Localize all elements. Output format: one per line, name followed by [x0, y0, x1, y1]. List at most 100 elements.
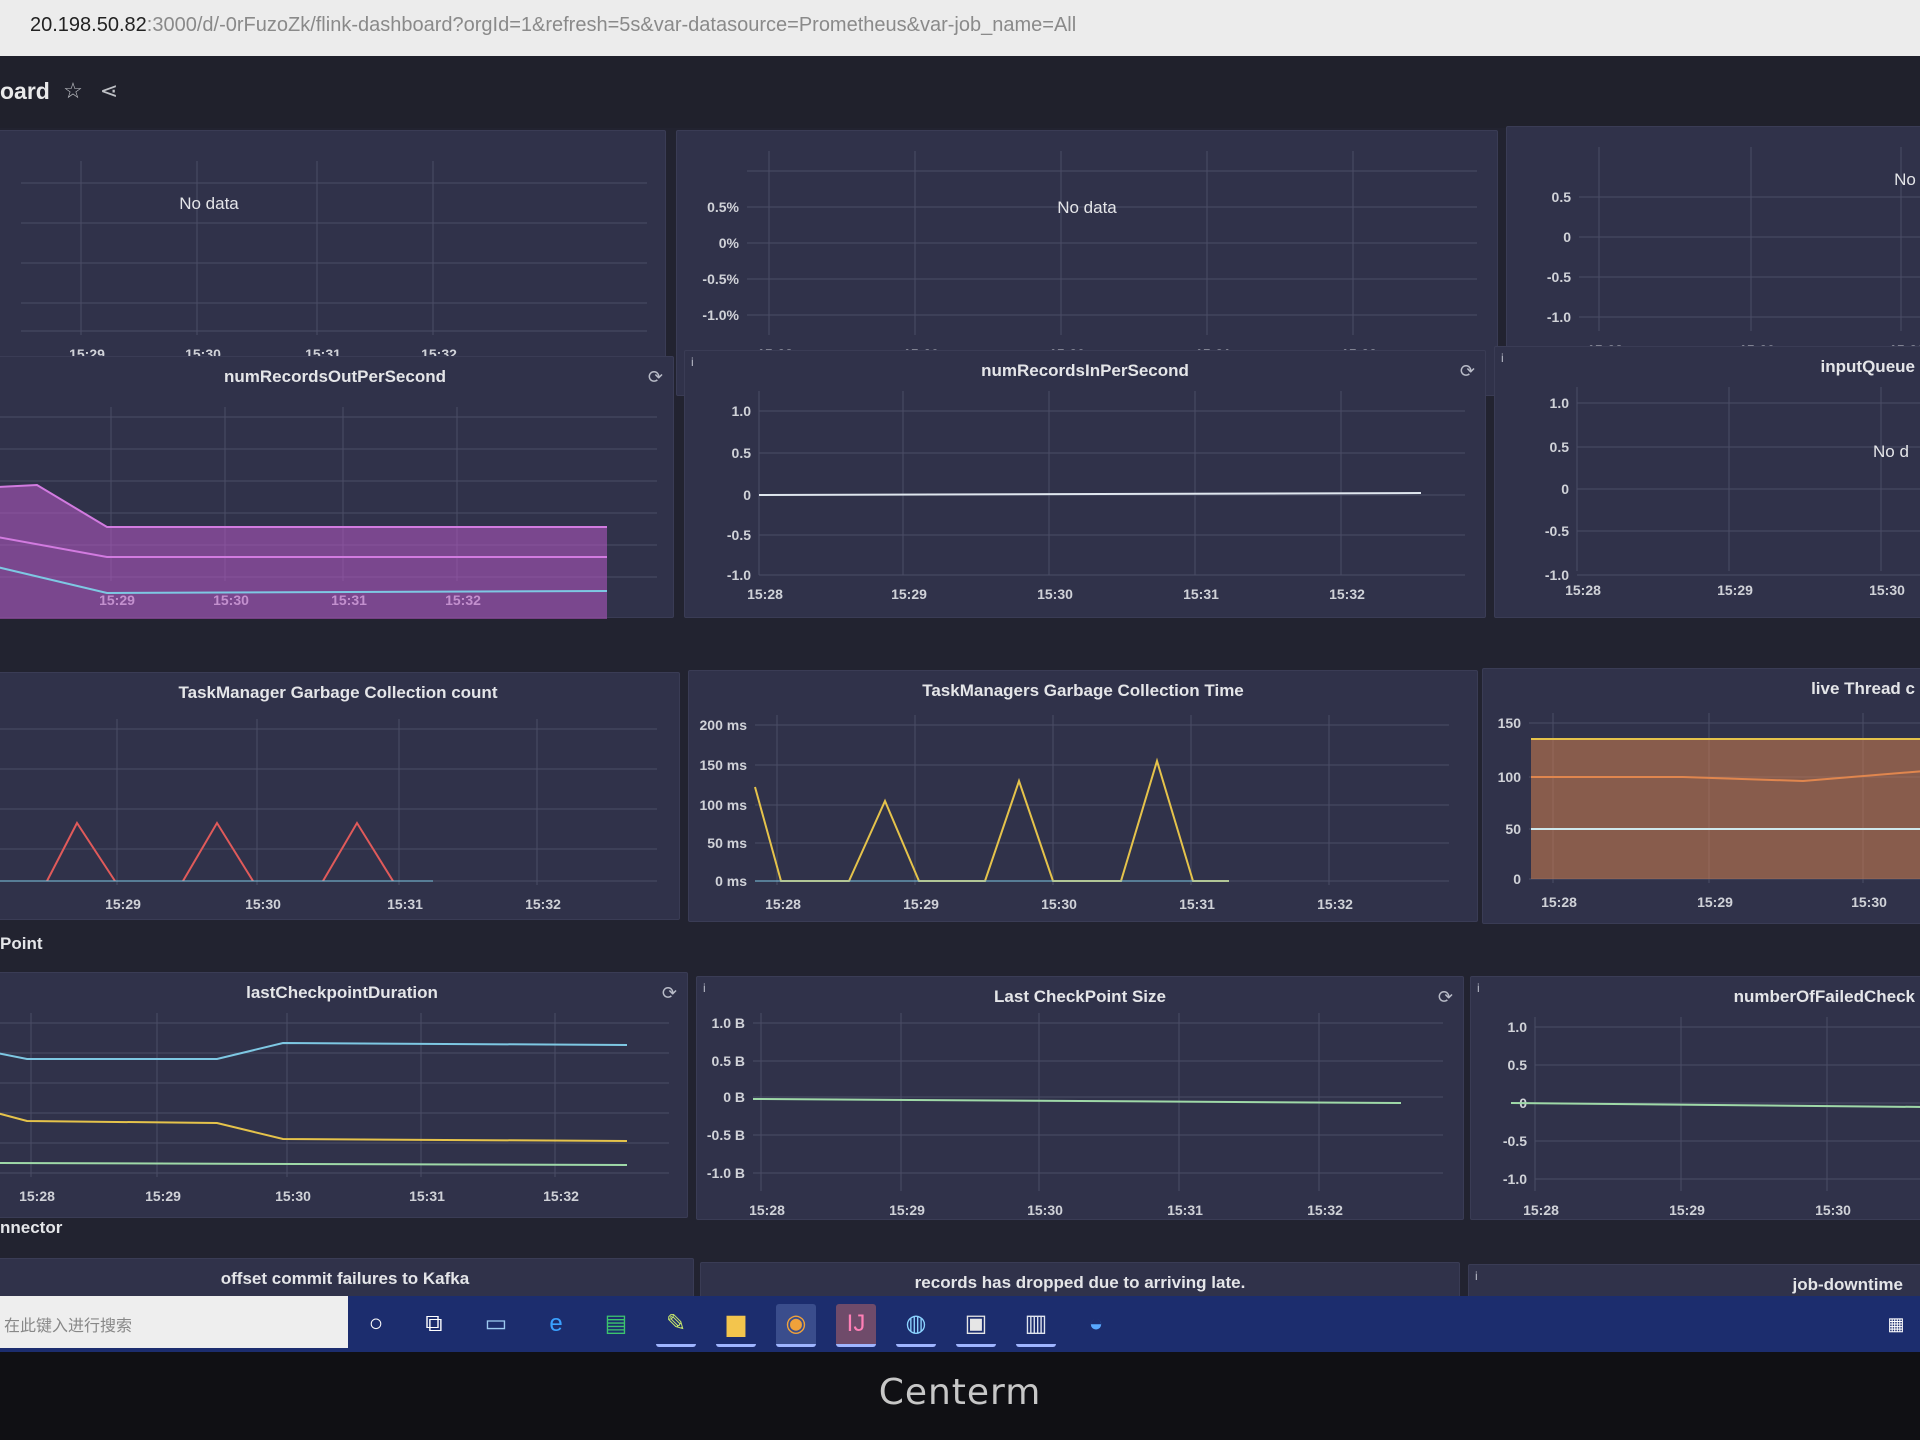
series-line	[46, 821, 116, 882]
x-tick-label: 15:30	[245, 896, 281, 912]
series-area	[1531, 739, 1920, 879]
y-tick-label: 0.5%	[707, 199, 739, 215]
chart-5: 1.0 0.5 0 -0.5 -1.0 15:28 15:29 15:30 15:31 15:32	[727, 391, 1465, 602]
y-tick-label: -0.5	[1545, 523, 1569, 539]
spreadsheet-icon[interactable]: ▤	[596, 1304, 636, 1344]
y-tick-label: 100	[1498, 769, 1522, 785]
y-tick-label: 50	[1505, 821, 1521, 837]
cortana-icon[interactable]: ○	[356, 1304, 396, 1344]
panel-num-records-out[interactable]: numRecordsOutPerSecond ⟳ 15:2915:3015:31…	[0, 356, 674, 619]
notification-icon[interactable]: ▦	[1876, 1304, 1916, 1344]
panel-gc-time[interactable]: TaskManagers Garbage Collection Time 200…	[688, 670, 1478, 922]
x-tick-label: 15:29	[105, 896, 141, 912]
x-tick-label: 15:29	[903, 896, 939, 912]
series-line	[0, 1041, 628, 1060]
no-data-label: No d	[1873, 442, 1909, 461]
taskbar-search[interactable]: 在此键入进行搜索	[0, 1296, 348, 1348]
y-tick-label: -1.0%	[702, 307, 739, 323]
edge-icon[interactable]: e	[536, 1304, 576, 1344]
intellij-icon[interactable]: IJ	[836, 1304, 876, 1347]
browser-icon[interactable]: ◒	[1076, 1304, 1116, 1344]
y-tick-label: 50 ms	[707, 835, 747, 851]
series-line	[752, 1098, 1402, 1104]
panel-live-thread[interactable]: live Thread c 150 100 50 0 15:28 15:29 15:30	[1482, 668, 1920, 924]
x-tick-label: 15:30	[1027, 1202, 1063, 1218]
x-tick-label: 15:32	[1317, 896, 1353, 912]
x-tick-label: 15:30	[1815, 1202, 1851, 1218]
y-tick-label: 0%	[719, 235, 740, 251]
y-tick-label: 1.0 B	[712, 1015, 745, 1031]
file-explorer-icon[interactable]: ▆	[716, 1304, 756, 1347]
chart-12: 1.00.50-0.5-1.015:2815:2915:30	[1503, 1017, 1920, 1218]
y-tick-label: -1.0	[1503, 1171, 1527, 1187]
x-tick-label: 15:29	[889, 1202, 925, 1218]
x-tick-label: 15:30	[1869, 582, 1905, 598]
x-tick-label: 15:28	[747, 586, 783, 602]
y-tick-label: 0	[1563, 229, 1571, 245]
series-line	[182, 821, 254, 882]
x-tick-label: 15:30	[275, 1188, 311, 1204]
notepad-icon[interactable]: ✎	[656, 1304, 696, 1347]
no-data-label: No data	[179, 194, 239, 213]
share-icon[interactable]: ⋖	[94, 76, 124, 106]
x-tick-label: 15:28	[765, 896, 801, 912]
x-tick-label: 15:29	[891, 586, 927, 602]
info-icon[interactable]: i	[1475, 1269, 1478, 1283]
remote-desktop-icon[interactable]: ▥	[1016, 1304, 1056, 1347]
x-tick-label: 15:32	[525, 896, 561, 912]
no-data-label: No data	[1057, 198, 1117, 217]
series-line	[754, 757, 1229, 882]
y-tick-label: -0.5%	[702, 271, 739, 287]
x-tick-label: 15:32	[1307, 1202, 1343, 1218]
network-icon[interactable]: ◍	[896, 1304, 936, 1347]
panel-last-checkpoint-duration[interactable]: lastCheckpointDuration ⟳ 15:28 15:29 15:30…	[0, 972, 688, 1218]
chart-7: 15:29 15:30 15:31 15:32	[0, 719, 657, 912]
no-data-label: No	[1894, 170, 1916, 189]
monitor-brand-logo: Centerm	[878, 1372, 1042, 1413]
y-tick-label: -1.0	[1545, 567, 1569, 583]
chart-4: 15:2915:3015:3115:32	[0, 407, 657, 619]
y-tick-label: -0.5	[727, 527, 751, 543]
y-tick-label: 200 ms	[700, 717, 748, 733]
x-tick-label: 15:28	[19, 1188, 55, 1204]
star-icon[interactable]: ☆	[58, 76, 88, 106]
y-tick-label: 0.5 B	[712, 1053, 745, 1069]
dashboard-header: oard ☆ ⋖	[0, 56, 1920, 128]
y-tick-label: 0	[1561, 481, 1569, 497]
x-tick-label: 15:30	[1851, 894, 1887, 910]
x-tick-label: 15:30	[1041, 896, 1077, 912]
url-text[interactable]: 20.198.50.82:3000/d/-0rFuzoZk/flink-dash…	[30, 14, 1076, 37]
y-tick-label: 0.5	[732, 445, 752, 461]
series-line	[322, 821, 394, 882]
y-tick-label: 0.5	[1508, 1057, 1528, 1073]
panel-num-records-in[interactable]: i numRecordsInPerSecond ⟳ 1.0 0.5 0 -0.5 -1.…	[684, 350, 1486, 618]
panel-failed-checkpoints[interactable]: i numberOfFailedCheck 1.00.50-0.5-1.015:…	[1470, 976, 1920, 1220]
y-tick-label: 0 ms	[715, 873, 747, 889]
chart-8: 200 ms 150 ms 100 ms 50 ms 0 ms 15:28 15:29 15:…	[700, 715, 1449, 912]
y-tick-label: 1.0	[1508, 1019, 1528, 1035]
y-tick-label: -0.5	[1503, 1133, 1527, 1149]
browser-address-bar[interactable]: 20.198.50.82:3000/d/-0rFuzoZk/flink-dash…	[0, 0, 1920, 57]
panel-last-checkpoint-size[interactable]: i Last CheckPoint Size ⟳ 1.0 B 0.5 B0 B -0…	[696, 976, 1464, 1220]
panel-input-queue[interactable]: i inputQueue 1.0 0.5 0 -0.5 -1.0 15:28 15:29 15…	[1494, 346, 1920, 618]
y-tick-label: 0 B	[723, 1089, 745, 1105]
row-label-connector[interactable]: nnector	[0, 1218, 62, 1238]
mail-icon[interactable]: ▭	[476, 1304, 516, 1344]
y-tick-label: 100 ms	[700, 797, 748, 813]
y-tick-label: -1.0 B	[707, 1165, 745, 1181]
terminal-icon[interactable]: ▣	[956, 1304, 996, 1347]
series-line	[0, 1162, 628, 1166]
row-label-checkpoint[interactable]: Point	[0, 934, 43, 954]
x-tick-label: 15:28	[749, 1202, 785, 1218]
panel-gc-count[interactable]: TaskManager Garbage Collection count 15:…	[0, 672, 680, 920]
y-tick-label: -0.5	[1547, 269, 1571, 285]
chrome-icon[interactable]: ◉	[776, 1304, 816, 1347]
y-tick-label: 1.0	[1550, 395, 1570, 411]
task-view-icon[interactable]: ⧉	[414, 1304, 454, 1344]
panel-title: offset commit failures to Kafka	[220, 1269, 470, 1288]
dashboard-title[interactable]: oard	[0, 78, 50, 105]
y-tick-label: 150	[1498, 715, 1522, 731]
grafana-app: oard ☆ ⋖ 15:29 15:30 15:31 15:32 No data 0.5…	[0, 56, 1920, 1304]
y-tick-label: 0.5	[1550, 439, 1570, 455]
y-tick-label: 1.0	[732, 403, 752, 419]
